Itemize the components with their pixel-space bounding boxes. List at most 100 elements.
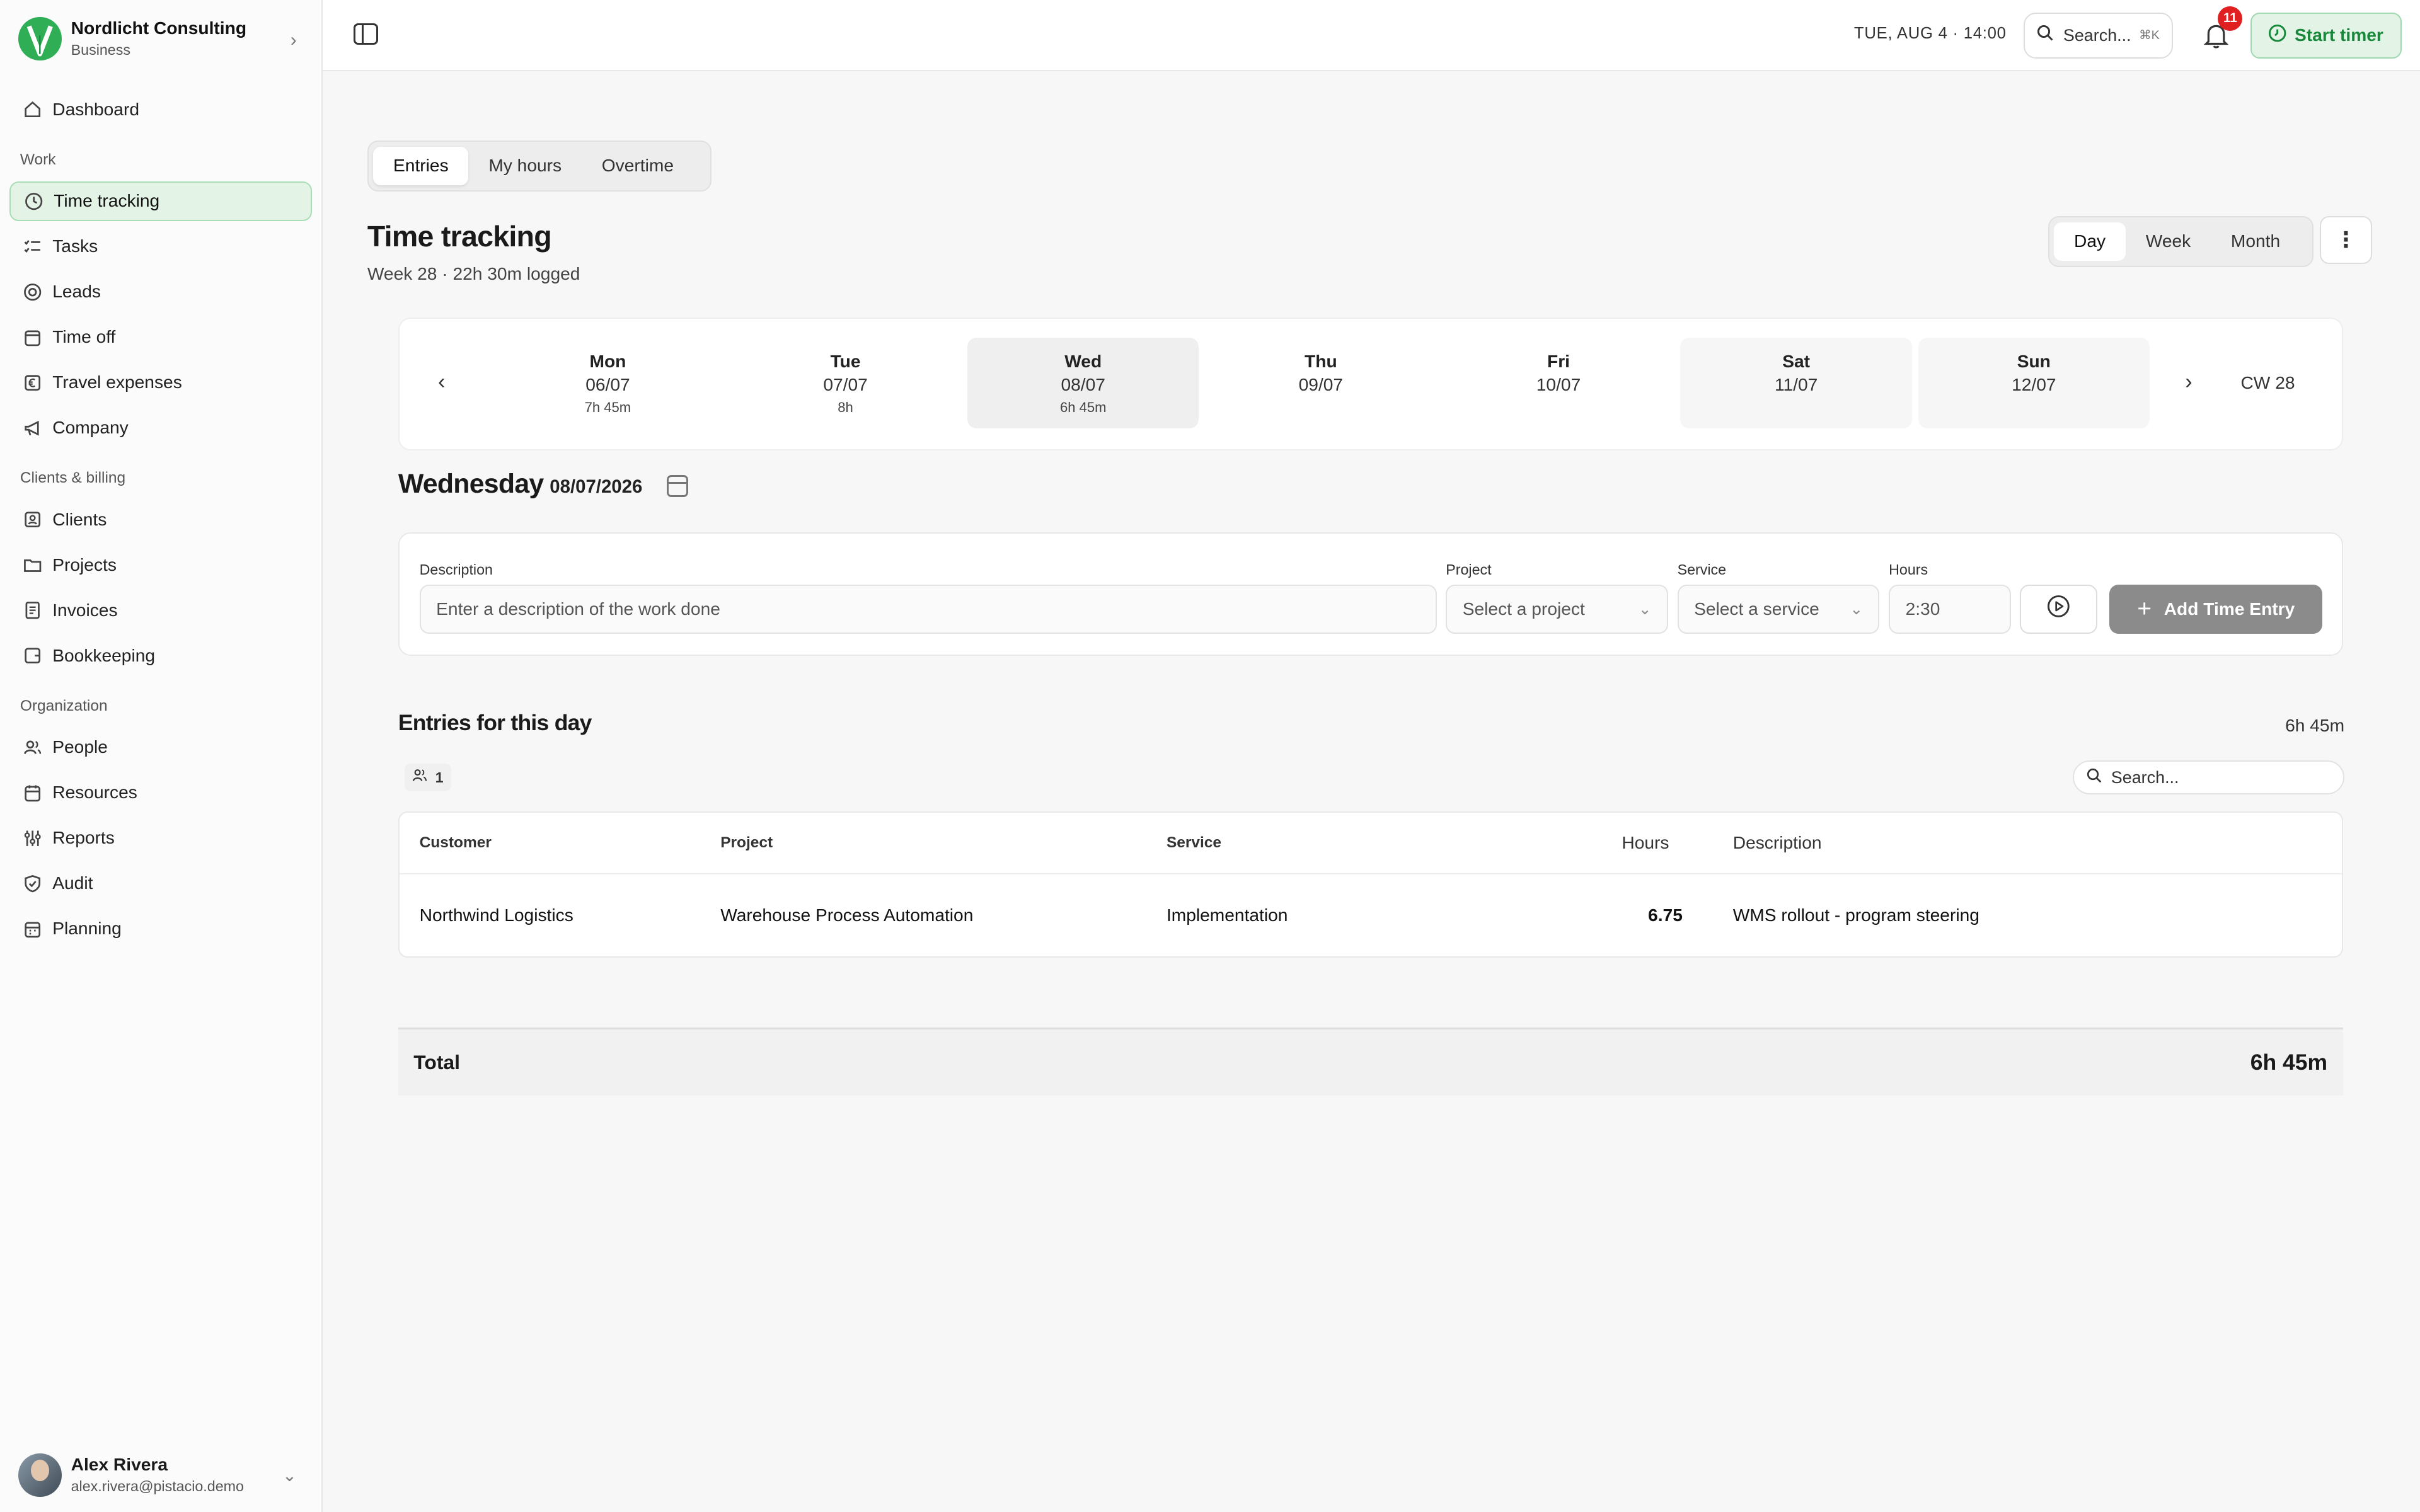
sidebar-item-people[interactable]: People xyxy=(9,727,312,767)
time-entry-form: Description Enter a description of the w… xyxy=(398,532,2343,656)
workspace-switcher[interactable]: Nordlicht Consulting Business › xyxy=(0,0,321,77)
user-menu[interactable]: Alex Rivera alex.rivera@pistacio.demo ⌄ xyxy=(18,1453,302,1497)
cell-description: WMS rollout - program steering xyxy=(1732,905,1979,925)
sidebar-item-leads[interactable]: Leads xyxy=(9,272,312,312)
day-cell-wed[interactable]: Wed 08/07 6h 45m xyxy=(967,337,1199,429)
workspace-plan: Business xyxy=(71,42,130,59)
sidebar-item-label: Time tracking xyxy=(54,191,160,211)
column-header-service[interactable]: Service xyxy=(1167,834,1221,852)
day-name: Thu xyxy=(1305,351,1337,371)
sidebar-item-bookkeeping[interactable]: Bookkeeping xyxy=(9,636,312,676)
chevron-down-icon: ⌄ xyxy=(1850,600,1863,618)
sidebar-item-label: People xyxy=(52,737,108,757)
entries-search-input[interactable]: Search... xyxy=(2073,760,2345,795)
day-hours: 6h 45m xyxy=(1059,399,1107,416)
calendar-icon[interactable] xyxy=(666,475,689,497)
sidebar-item-tasks[interactable]: Tasks xyxy=(9,227,312,267)
people-filter-chip[interactable]: 1 xyxy=(404,764,451,792)
sliders-icon xyxy=(21,827,43,849)
sidebar: Nordlicht Consulting Business › Dashboar… xyxy=(0,0,323,1512)
sidebar-item-planning[interactable]: Planning xyxy=(9,908,312,949)
sidebar-item-label: Leads xyxy=(52,282,101,302)
sidebar-item-label: Planning xyxy=(52,919,122,939)
service-select[interactable]: Select a service ⌄ xyxy=(1677,584,1880,634)
range-day-button[interactable]: Day xyxy=(2054,222,2126,261)
entries-table: Customer Project Service Hours Descripti… xyxy=(398,811,2343,958)
sidebar-item-label: Dashboard xyxy=(52,99,139,119)
project-select[interactable]: Select a project ⌄ xyxy=(1446,584,1668,634)
add-time-entry-button[interactable]: + Add Time Entry xyxy=(2109,584,2323,634)
column-header-customer[interactable]: Customer xyxy=(420,834,492,852)
day-name: Fri xyxy=(1547,351,1570,371)
folder-icon xyxy=(21,554,43,576)
table-total-row: Total 6h 45m xyxy=(398,1028,2343,1096)
sidebar-item-label: Time off xyxy=(52,327,116,347)
column-header-hours[interactable]: Hours xyxy=(1622,833,1669,853)
search-icon xyxy=(2087,768,2102,788)
sidebar-item-clients[interactable]: Clients xyxy=(9,500,312,540)
more-options-button[interactable]: ⋮ xyxy=(2319,215,2373,264)
sidebar-item-projects[interactable]: Projects xyxy=(9,545,312,585)
users-icon xyxy=(21,736,43,758)
clock-icon xyxy=(23,190,44,212)
day-hours: 8h xyxy=(838,399,853,416)
chevron-right-icon[interactable]: › xyxy=(2185,370,2192,394)
sidebar-item-label: Clients xyxy=(52,509,107,529)
page-subtitle: Week 28 · 22h 30m logged xyxy=(367,263,580,284)
nav-section-clients-billing: Clients & billing xyxy=(20,469,126,487)
hours-input-value: 2:30 xyxy=(1905,598,1940,619)
sidebar-item-time-off[interactable]: Time off xyxy=(9,318,312,358)
total-label: Total xyxy=(413,1051,460,1074)
chevron-down-icon: ⌄ xyxy=(282,1465,297,1485)
tab-my-hours[interactable]: My hours xyxy=(468,147,581,185)
hours-input[interactable]: 2:30 xyxy=(1889,584,2011,634)
tab-entries[interactable]: Entries xyxy=(373,146,469,185)
selected-day-name: Wednesday xyxy=(398,469,544,500)
kebab-icon: ⋮ xyxy=(2335,227,2357,252)
sidebar-item-label: Bookkeeping xyxy=(52,645,156,665)
sidebar-item-time-tracking[interactable]: Time tracking xyxy=(9,181,313,222)
day-cell-thu[interactable]: Thu 09/07 xyxy=(1205,338,1436,428)
entries-total: 6h 45m xyxy=(2285,716,2345,736)
chevron-left-icon[interactable]: ‹ xyxy=(438,370,445,394)
target-icon xyxy=(21,281,43,302)
sidebar-item-label: Travel expenses xyxy=(52,372,182,392)
start-timer-button[interactable]: Start timer xyxy=(2250,12,2402,59)
sidebar-item-reports[interactable]: Reports xyxy=(9,818,312,858)
selected-day-date: 08/07/2026 xyxy=(550,476,643,498)
global-search-button[interactable]: Search... ⌘K xyxy=(2023,12,2174,59)
topbar: TUE, AUG 4 · 14:00 Search... ⌘K 11 Start… xyxy=(322,0,2420,71)
day-cell-tue[interactable]: Tue 07/07 8h xyxy=(730,338,961,428)
user-name: Alex Rivera xyxy=(71,1455,168,1475)
workspace-name: Nordlicht Consulting xyxy=(71,18,247,38)
day-cell-sun[interactable]: Sun 12/07 xyxy=(1918,337,2150,429)
column-header-description[interactable]: Description xyxy=(1733,833,1822,853)
sidebar-item-resources[interactable]: Resources xyxy=(9,772,312,813)
sidebar-item-company[interactable]: Company xyxy=(9,408,312,448)
cell-project: Warehouse Process Automation xyxy=(720,905,974,925)
range-month-button[interactable]: Month xyxy=(2211,222,2300,261)
sidebar-item-invoices[interactable]: Invoices xyxy=(9,590,312,631)
sidebar-item-audit[interactable]: Audit xyxy=(9,863,312,903)
start-entry-timer-button[interactable] xyxy=(2020,584,2097,634)
sidebar-item-label: Tasks xyxy=(52,236,98,256)
range-week-button[interactable]: Week xyxy=(2126,222,2211,261)
day-cell-fri[interactable]: Fri 10/07 xyxy=(1443,338,1674,428)
sidebar-item-dashboard[interactable]: Dashboard xyxy=(9,89,312,130)
start-timer-label: Start timer xyxy=(2295,25,2383,45)
day-cell-mon[interactable]: Mon 06/07 7h 45m xyxy=(492,338,723,428)
cell-customer: Northwind Logistics xyxy=(419,905,573,925)
sidebar-item-travel-expenses[interactable]: Travel expenses xyxy=(9,362,312,403)
invoice-icon xyxy=(21,600,43,621)
day-name: Mon xyxy=(589,351,626,371)
day-cell-sat[interactable]: Sat 11/07 xyxy=(1680,337,1912,429)
table-row[interactable]: Northwind Logistics Warehouse Process Au… xyxy=(400,874,2342,956)
sidebar-toggle-icon[interactable] xyxy=(353,23,378,45)
description-input[interactable]: Enter a description of the work done xyxy=(419,584,1437,634)
total-value: 6h 45m xyxy=(2250,1049,2328,1075)
column-header-project[interactable]: Project xyxy=(720,834,773,852)
play-icon xyxy=(2047,595,2070,624)
tab-overtime[interactable]: Overtime xyxy=(582,147,694,185)
cell-service: Implementation xyxy=(1166,905,1288,925)
main-area: TUE, AUG 4 · 14:00 Search... ⌘K 11 Start… xyxy=(322,0,2420,1512)
